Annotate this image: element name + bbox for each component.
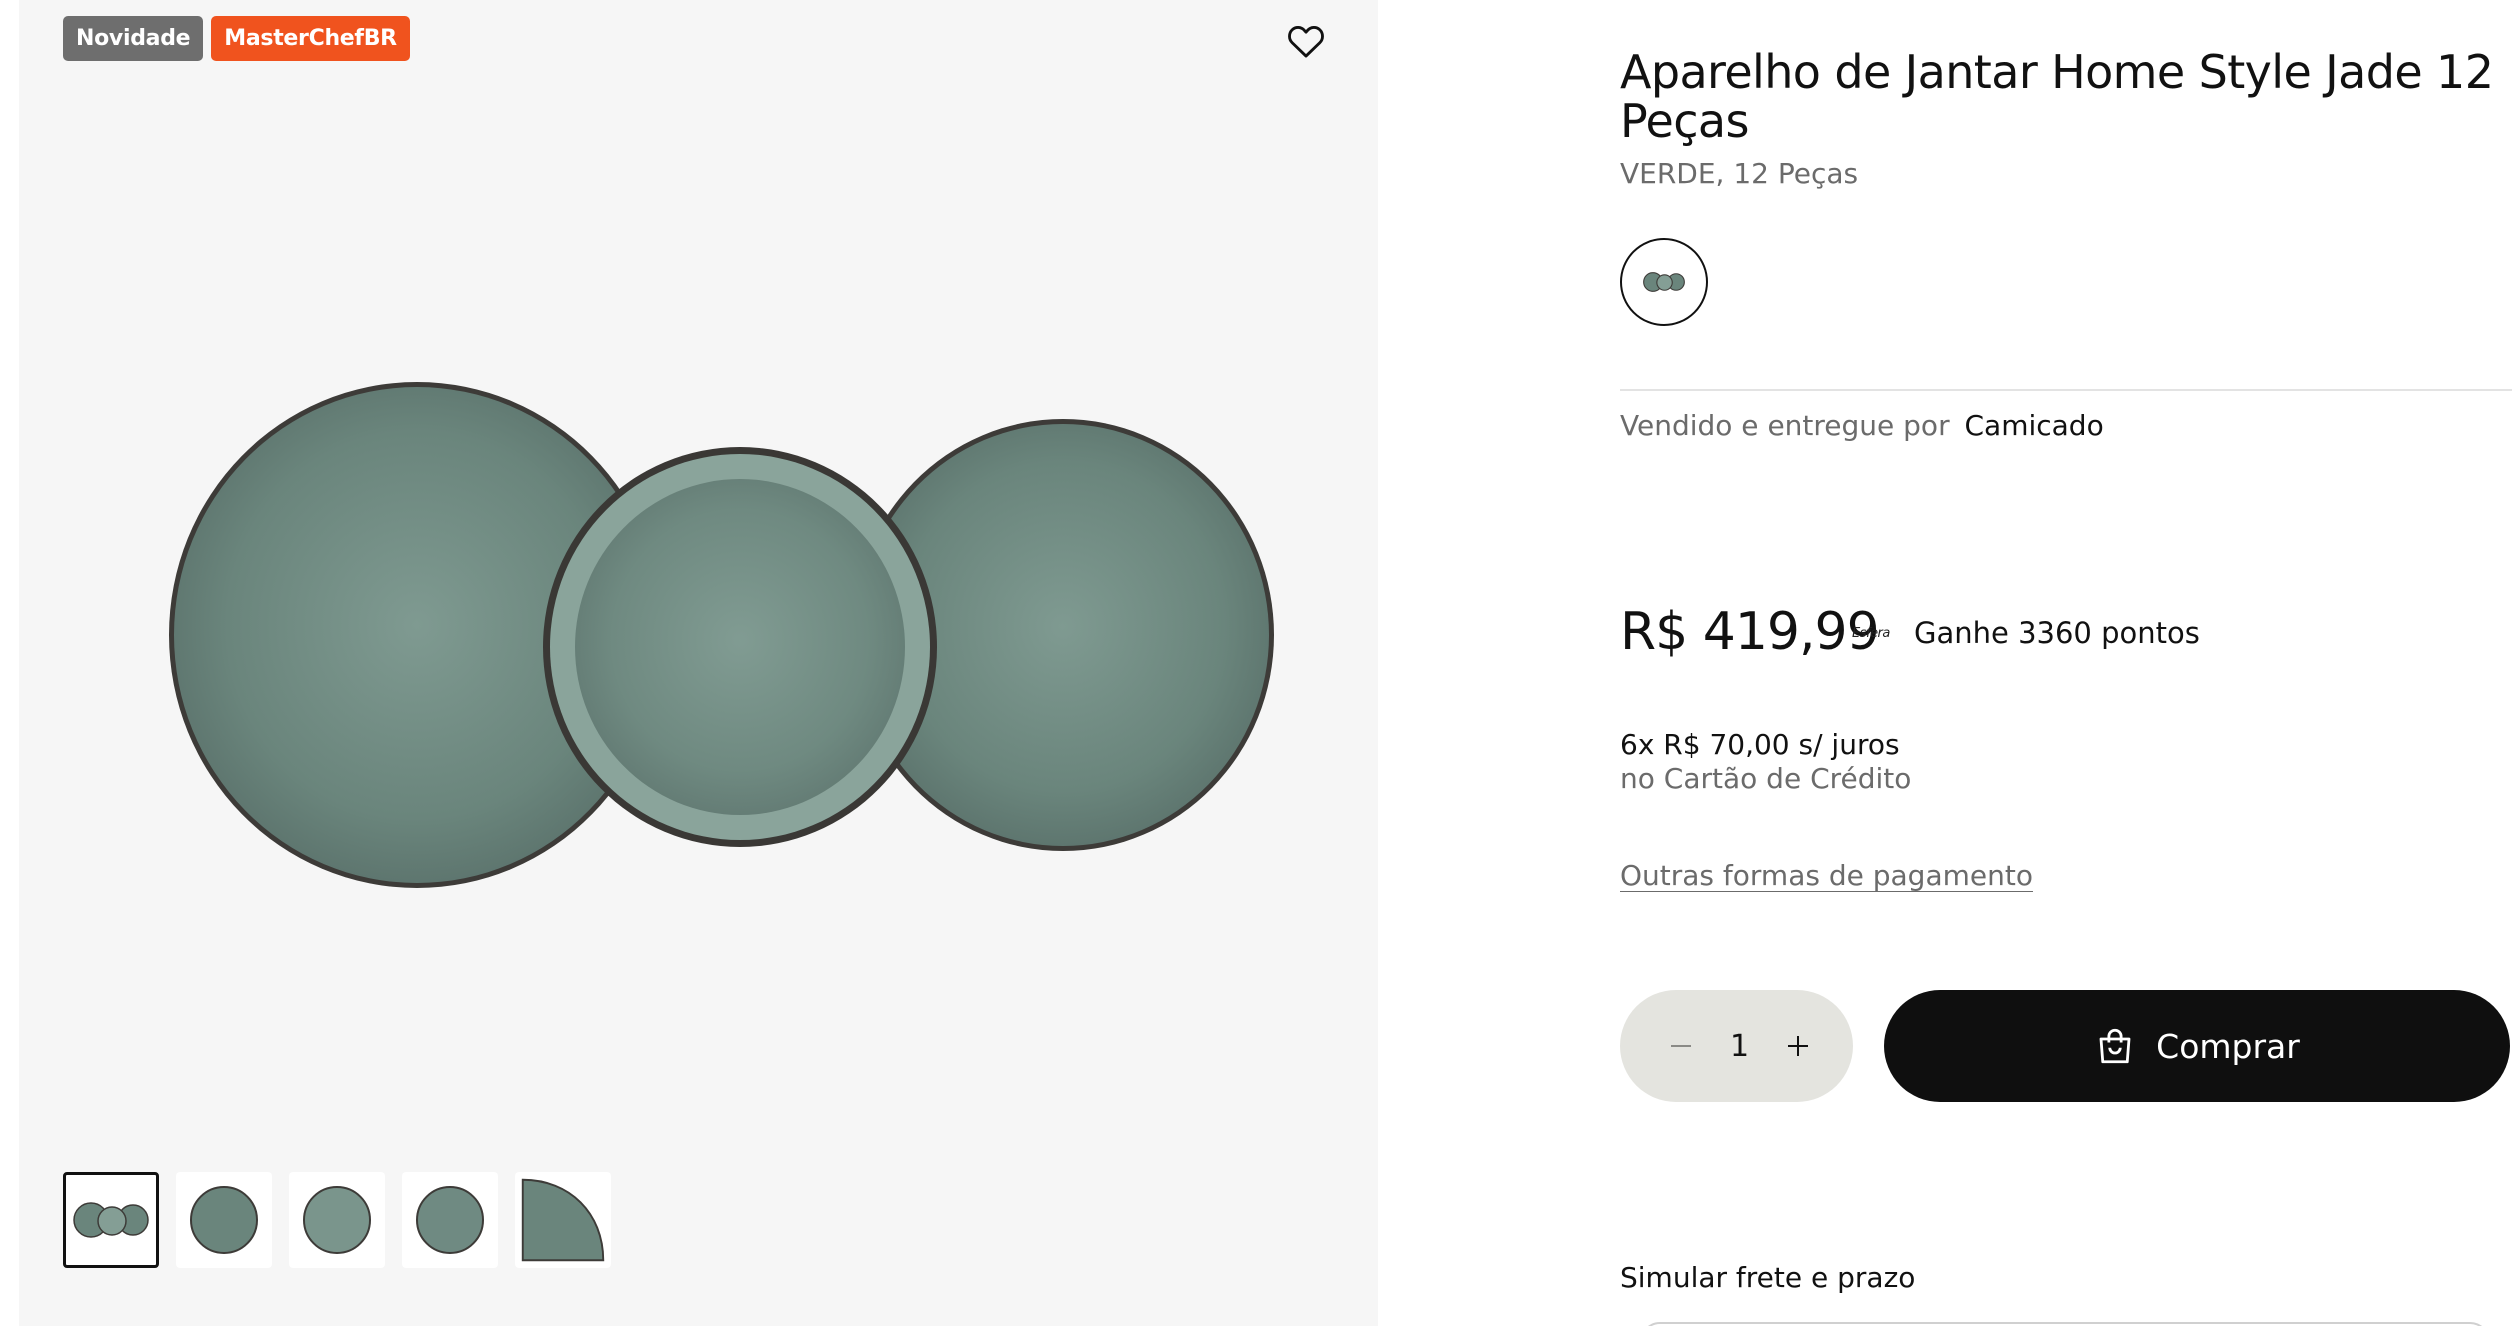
esfera-logo: Esfera — [1852, 626, 1890, 641]
thumbnail-strip — [63, 1172, 611, 1268]
thumbnail-image — [73, 1202, 149, 1238]
thumbnail-1[interactable] — [63, 1172, 159, 1268]
seller-info: Vendido e entregue por Camicado — [1620, 409, 2104, 442]
shopping-bag-icon — [2099, 1028, 2131, 1064]
points-reward: Ganhe 3360 pontos — [1914, 616, 2200, 650]
new-badge: Novidade — [63, 16, 204, 61]
other-payments-link[interactable]: Outras formas de pagamento — [1620, 859, 2033, 892]
badge-row: Novidade MasterChefBR — [63, 16, 410, 61]
minus-icon — [1671, 1045, 1691, 1047]
product-price: R$ 419,99 — [1620, 602, 1880, 662]
thumbnail-2[interactable] — [176, 1172, 272, 1268]
installments-text: 6x R$ 70,00 s/ juros — [1620, 728, 1900, 761]
thumbnail-3[interactable] — [289, 1172, 385, 1268]
seller-label: Vendido e entregue por — [1620, 409, 1950, 442]
buy-button[interactable]: Comprar — [1884, 990, 2510, 1102]
quantity-value: 1 — [1729, 1028, 1750, 1064]
product-gallery: Novidade MasterChefBR — [19, 0, 1378, 1326]
product-title: Aparelho de Jantar Home Style Jade 12 Pe… — [1620, 45, 2494, 148]
thumbnail-5[interactable] — [515, 1172, 611, 1268]
buy-button-label: Comprar — [2156, 1026, 2300, 1066]
zip-code-input[interactable] — [1640, 1322, 2490, 1326]
thumbnail-image — [190, 1186, 258, 1254]
favorite-button[interactable] — [1283, 18, 1329, 64]
decrease-quantity-button[interactable] — [1664, 1029, 1698, 1063]
main-product-image — [169, 382, 1274, 888]
thumbnail-image — [416, 1186, 484, 1254]
plus-icon — [1788, 1036, 1808, 1056]
installments-info: 6x R$ 70,00 s/ juros no Cartão de Crédit… — [1620, 728, 1911, 796]
product-variant: VERDE, 12 Peças — [1620, 157, 1859, 190]
heart-outline-icon — [1288, 26, 1324, 58]
installments-note: no Cartão de Crédito — [1620, 762, 1912, 795]
brand-badge: MasterChefBR — [211, 16, 410, 61]
swatch-image — [1643, 272, 1685, 292]
product-info-panel: Aparelho de Jantar Home Style Jade 12 Pe… — [1620, 0, 2512, 1326]
color-swatch[interactable] — [1620, 238, 1708, 326]
divider — [1620, 389, 2512, 391]
shipping-simulator-label: Simular frete e prazo — [1620, 1261, 1916, 1294]
increase-quantity-button[interactable] — [1781, 1029, 1815, 1063]
plate-center — [543, 447, 937, 847]
thumbnail-4[interactable] — [402, 1172, 498, 1268]
quantity-stepper: 1 — [1620, 990, 1853, 1102]
thumbnail-image — [303, 1186, 371, 1254]
seller-name-link[interactable]: Camicado — [1964, 409, 2103, 442]
thumbnail-image — [521, 1178, 605, 1262]
